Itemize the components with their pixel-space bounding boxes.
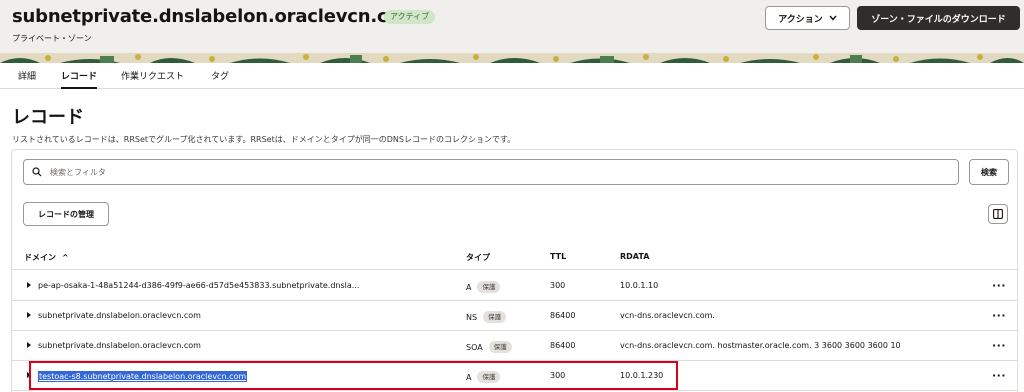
chevron-down-icon (829, 15, 837, 21)
search-icon (32, 167, 42, 177)
table-row: testoac-s8.subnetprivate.dnslabelon.orac… (12, 361, 1017, 391)
type-label: SOA (466, 342, 483, 352)
rdata-cell: 10.0.1.230 (620, 371, 664, 380)
actions-button[interactable]: アクション (765, 6, 850, 30)
protected-badge: 保護 (477, 371, 501, 383)
type-label: A (466, 282, 472, 292)
expand-row-icon[interactable] (27, 282, 31, 288)
search-button[interactable]: 検索 (969, 159, 1009, 185)
sort-ascending-icon: ^ (62, 253, 69, 262)
row-actions-menu-icon[interactable]: ··· (992, 279, 1006, 292)
expand-row-icon[interactable] (27, 372, 31, 378)
table-header: ドメイン ^ タイプ TTL RDATA (12, 240, 1017, 270)
column-header-rdata: RDATA (620, 252, 650, 261)
page-title: レコード (12, 107, 84, 128)
columns-icon (993, 209, 1003, 219)
tab-work-requests[interactable]: 作業リクエスト (121, 69, 184, 89)
domain-cell: testoac-s8.subnetprivate.dnslabelon.orac… (38, 371, 248, 382)
rdata-cell: vcn-dns.oraclevcn.com. hostmaster.oracle… (620, 341, 901, 350)
expand-row-icon[interactable] (27, 312, 31, 318)
column-header-type: タイプ (466, 253, 490, 262)
search-field[interactable] (23, 159, 959, 185)
ttl-cell: 300 (550, 281, 566, 290)
page-description: リストされているレコードは、RRSetでグループ化されています。RRSetは、ド… (12, 135, 516, 144)
page-header: subnetprivate.dnslabelon.oraclevcn.com ア… (0, 0, 1024, 56)
column-header-ttl: TTL (550, 252, 567, 261)
ttl-cell: 86400 (550, 341, 576, 350)
rdata-cell: 10.0.1.10 (620, 281, 659, 290)
type-label: NS (466, 312, 478, 322)
ttl-cell: 86400 (550, 311, 576, 320)
row-actions-menu-icon[interactable]: ··· (992, 309, 1006, 322)
protected-badge: 保護 (477, 281, 501, 293)
columns-button[interactable] (988, 204, 1008, 224)
tab-records[interactable]: レコード (61, 69, 98, 89)
type-cell: A 保護 (466, 371, 501, 383)
domain-cell: subnetprivate.dnslabelon.oraclevcn.com (38, 341, 201, 350)
domain-cell: subnetprivate.dnslabelon.oraclevcn.com (38, 311, 201, 320)
type-label: A (466, 372, 472, 382)
protected-badge: 保護 (488, 341, 512, 353)
table-row: pe-ap-osaka-1-48a51244-d386-49f9-ae66-d5… (12, 271, 1017, 301)
type-cell: SOA 保護 (466, 341, 512, 353)
row-actions-menu-icon[interactable]: ··· (992, 369, 1006, 382)
download-zone-file-button[interactable]: ゾーン・ファイルのダウンロード (857, 6, 1020, 30)
search-input[interactable] (50, 167, 930, 177)
tab-bar: 詳細 レコード 作業リクエスト タグ (0, 63, 1024, 89)
zone-title: subnetprivate.dnslabelon.oraclevcn.com (12, 6, 419, 27)
decorative-banner (0, 53, 1024, 63)
actions-button-label: アクション (778, 14, 823, 25)
table-row: subnetprivate.dnslabelon.oraclevcn.com N… (12, 301, 1017, 331)
table-row: subnetprivate.dnslabelon.oraclevcn.com S… (12, 331, 1017, 361)
tab-tags[interactable]: タグ (211, 69, 229, 89)
column-header-domain[interactable]: ドメイン ^ (24, 252, 69, 263)
expand-row-icon[interactable] (27, 342, 31, 348)
selected-domain-link[interactable]: testoac-s8.subnetprivate.dnslabelon.orac… (38, 371, 248, 382)
zone-subtitle: プライベート・ゾーン (12, 34, 92, 43)
type-cell: NS 保護 (466, 311, 507, 323)
rdata-cell: vcn-dns.oraclevcn.com. (620, 311, 715, 320)
row-actions-menu-icon[interactable]: ··· (992, 339, 1006, 352)
protected-badge: 保護 (483, 311, 507, 323)
manage-records-button[interactable]: レコードの管理 (23, 202, 109, 226)
status-badge: アクティブ (384, 10, 436, 24)
domain-cell: pe-ap-osaka-1-48a51244-d386-49f9-ae66-d5… (38, 281, 360, 290)
ttl-cell: 300 (550, 371, 566, 380)
type-cell: A 保護 (466, 281, 501, 293)
tab-details[interactable]: 詳細 (18, 69, 36, 89)
